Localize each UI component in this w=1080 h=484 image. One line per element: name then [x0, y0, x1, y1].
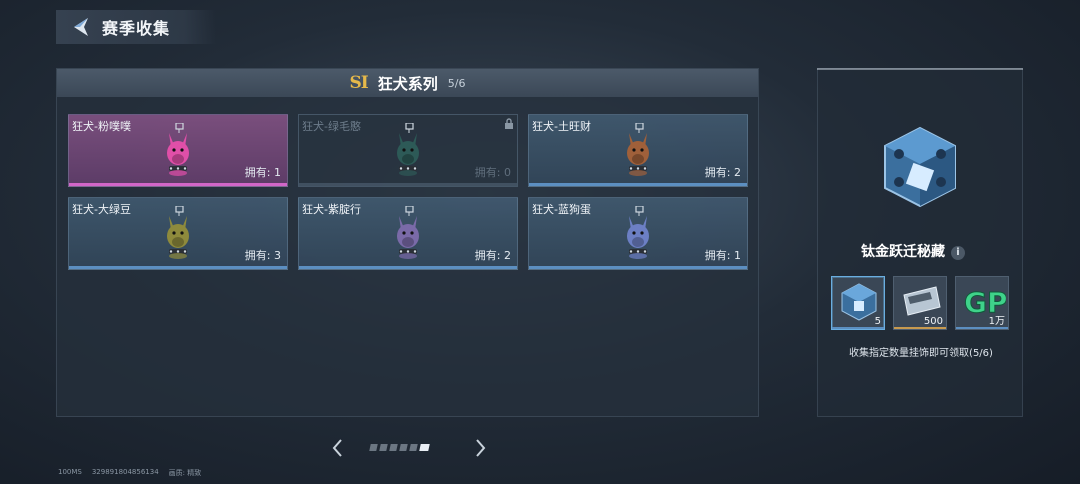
- collection-card[interactable]: 狂犬-绿毛憨拥有: 0: [298, 114, 518, 187]
- owned-count: 拥有: 0: [474, 166, 511, 179]
- collection-card[interactable]: 狂犬-蓝狗蛋拥有: 1: [528, 197, 748, 270]
- prev-page-icon[interactable]: [330, 436, 346, 460]
- mad-dog-charm-icon: [397, 206, 419, 259]
- reward-item-ticket[interactable]: 500: [893, 276, 947, 330]
- mad-dog-charm-icon: [627, 123, 649, 176]
- card-name: 狂犬-土旺财: [532, 120, 591, 133]
- season-badge: SI: [349, 73, 369, 93]
- reward-title: 钛金跃迁秘藏 i: [818, 241, 1008, 261]
- card-name: 狂犬-粉噗噗: [72, 120, 131, 133]
- owned-count: 拥有: 3: [244, 249, 281, 262]
- owned-count: 拥有: 2: [474, 249, 511, 262]
- reward-items: 5 500 GP 1万: [831, 276, 1009, 330]
- collection-card[interactable]: 狂犬-紫腚行拥有: 2: [298, 197, 518, 270]
- page-title: 赛季收集: [102, 19, 171, 38]
- next-page-icon[interactable]: [472, 436, 488, 460]
- page-dot[interactable]: [389, 444, 398, 451]
- info-icon[interactable]: i: [951, 246, 965, 260]
- collection-card[interactable]: 狂犬-土旺财拥有: 2: [528, 114, 748, 187]
- reward-item-gp[interactable]: GP 1万: [955, 276, 1009, 330]
- page-indicator: [369, 444, 430, 451]
- card-underline: [299, 183, 517, 186]
- series-name: 狂犬系列: [377, 74, 438, 93]
- back-arrow-icon[interactable]: [70, 16, 90, 38]
- card-name: 狂犬-蓝狗蛋: [532, 203, 591, 216]
- series-progress: 5/6: [447, 76, 466, 90]
- pagination: [330, 436, 490, 460]
- header-bar: 赛季收集: [56, 10, 216, 44]
- page-dot[interactable]: [399, 444, 408, 451]
- reward-description: 收集指定数量挂饰即可领取(5/6): [849, 348, 993, 359]
- mad-dog-charm-icon: [167, 206, 189, 259]
- card-name: 狂犬-大绿豆: [72, 203, 131, 216]
- card-name: 狂犬-紫腚行: [302, 203, 361, 216]
- titanium-crate-icon: [884, 126, 956, 208]
- owned-count: 拥有: 2: [704, 166, 741, 179]
- card-underline: [529, 266, 747, 269]
- series-header: SI 狂犬系列 5/6: [57, 69, 758, 97]
- collection-card[interactable]: 狂犬-粉噗噗拥有: 1: [68, 114, 288, 187]
- card-name: 狂犬-绿毛憨: [302, 120, 361, 133]
- collection-panel: SI 狂犬系列 5/6 狂犬-粉噗噗拥有: 1 狂犬-绿毛憨拥有: 0 狂犬-土…: [56, 68, 759, 417]
- reward-item-crate[interactable]: 5: [831, 276, 885, 330]
- owned-count: 拥有: 1: [704, 249, 741, 262]
- mad-dog-charm-icon: [397, 123, 419, 176]
- page-dot[interactable]: [419, 444, 430, 451]
- card-underline: [69, 266, 287, 269]
- reward-panel: 钛金跃迁秘藏 i 5 500 GP 1万 收集指定数量挂饰即可领取(5/6): [817, 68, 1023, 417]
- user-id: 329891804856134: [91, 468, 159, 476]
- lock-icon: [505, 118, 513, 129]
- divider: [817, 68, 1023, 70]
- collection-grid: 狂犬-粉噗噗拥有: 1 狂犬-绿毛憨拥有: 0 狂犬-土旺财拥有: 2 狂犬-大…: [68, 114, 748, 270]
- mad-dog-charm-icon: [167, 123, 189, 176]
- page-dot[interactable]: [369, 444, 378, 451]
- card-underline: [529, 183, 747, 186]
- page-dot[interactable]: [409, 444, 418, 451]
- mad-dog-charm-icon: [627, 206, 649, 259]
- quality-label: 画质: 精致: [168, 469, 202, 477]
- card-underline: [69, 183, 287, 186]
- status-footer: 100MS 329891804856134 画质: 精致: [58, 468, 201, 478]
- card-underline: [299, 266, 517, 269]
- network-status: 100MS: [58, 468, 82, 476]
- owned-count: 拥有: 1: [244, 166, 281, 179]
- page-dot[interactable]: [379, 444, 388, 451]
- ticket-icon: [903, 286, 941, 316]
- collection-card[interactable]: 狂犬-大绿豆拥有: 3: [68, 197, 288, 270]
